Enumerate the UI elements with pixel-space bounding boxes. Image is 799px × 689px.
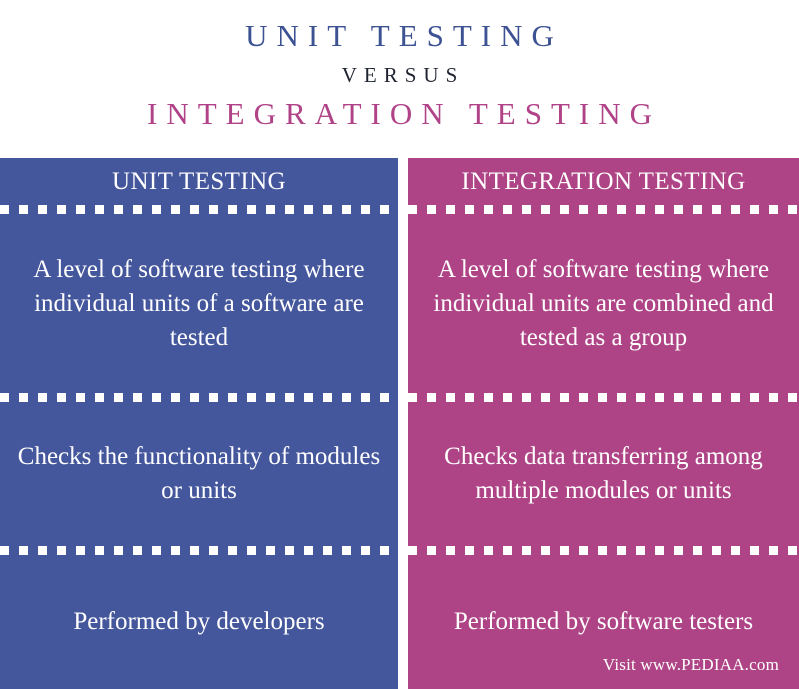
- column-header-integration-testing: INTEGRATION TESTING: [408, 158, 799, 205]
- row-separator-right-1: [408, 392, 799, 402]
- title-primary: UNIT TESTING: [245, 18, 563, 53]
- comparison-table: UNIT TESTING A level of software testing…: [0, 158, 799, 689]
- column-unit-testing: UNIT TESTING A level of software testing…: [0, 158, 398, 689]
- column-header-integration-testing-label: INTEGRATION TESTING: [461, 167, 746, 195]
- column-header-unit-testing-label: UNIT TESTING: [111, 167, 286, 195]
- row-separator-left-2: [0, 546, 398, 556]
- table-cell-unit-row1: A level of software testing where indivi…: [0, 214, 398, 392]
- table-cell-integration-row2: Checks data transferring among multiple …: [408, 402, 799, 546]
- title-secondary: INTEGRATION TESTING: [147, 96, 661, 131]
- table-cell-integration-row2-text: Checks data transferring among multiple …: [444, 443, 763, 505]
- table-cell-unit-row2-text: Checks the functionality of modules or u…: [17, 443, 381, 505]
- title-versus-separator: VERSUS: [341, 63, 465, 87]
- table-cell-integration-row1-text: A level of software testing where indivi…: [433, 255, 774, 351]
- table-cell-integration-row1: A level of software testing where indivi…: [408, 214, 799, 392]
- header-separator-left: [0, 205, 398, 215]
- table-cell-unit-row3-text: Performed by developers: [73, 608, 325, 636]
- footer-credit: Visit www.PEDIAA.com: [602, 655, 779, 674]
- row-separator-left-1: [0, 392, 398, 402]
- column-integration-testing: INTEGRATION TESTING A level of software …: [408, 158, 799, 689]
- title-block: UNIT TESTING VERSUS INTEGRATION TESTING: [0, 0, 799, 158]
- column-header-unit-testing: UNIT TESTING: [0, 158, 398, 205]
- table-cell-unit-row1-text: A level of software testing where indivi…: [33, 255, 365, 351]
- table-cell-unit-row3: Performed by developers: [0, 555, 398, 689]
- header-separator-right: [408, 205, 799, 215]
- table-cell-integration-row3-text: Performed by software testers: [453, 608, 754, 636]
- row-separator-right-2: [408, 546, 799, 556]
- table-cell-unit-row2: Checks the functionality of modules or u…: [0, 402, 398, 546]
